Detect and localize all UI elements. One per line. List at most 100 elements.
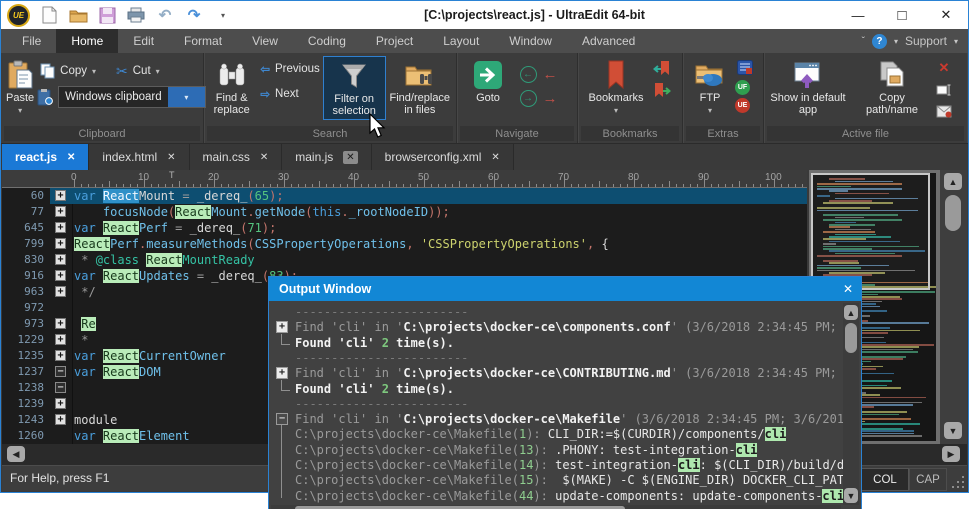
tab-close-icon[interactable]: ✕ bbox=[67, 152, 75, 163]
tab-close-icon[interactable]: ✕ bbox=[167, 152, 175, 163]
prev-position-icon[interactable]: ← bbox=[543, 66, 558, 83]
fold-toggle-icon[interactable]: − bbox=[55, 366, 66, 377]
tab-main.js[interactable]: main.js ✕ bbox=[282, 144, 372, 170]
cut-button[interactable]: ✂ Cut ▾ bbox=[113, 60, 163, 82]
fold-toggle-icon[interactable]: + bbox=[55, 334, 66, 345]
tab-main.css[interactable]: main.css ✕ bbox=[189, 144, 283, 170]
menu-item-layout[interactable]: Layout bbox=[428, 29, 494, 53]
fold-toggle-icon[interactable]: + bbox=[55, 350, 66, 361]
tab-close-icon[interactable]: ✕ bbox=[343, 150, 358, 164]
fold-toggle-icon[interactable]: + bbox=[55, 286, 66, 297]
paste-button[interactable]: Paste ▾ bbox=[3, 56, 37, 119]
output-search-result[interactable]: C:\projects\docker-ce\Makefile(44): upda… bbox=[269, 488, 845, 504]
editor-vscrollbar[interactable]: ▲ ▼ bbox=[940, 170, 967, 444]
find-previous-button[interactable]: ⇦ Previous bbox=[257, 58, 322, 80]
tab-index.html[interactable]: index.html ✕ bbox=[89, 144, 190, 170]
clipboard-selector-dropdown-icon[interactable]: ▾ bbox=[167, 87, 206, 107]
output-expand-icon[interactable]: + bbox=[276, 367, 288, 380]
fold-toggle-icon[interactable]: + bbox=[55, 222, 66, 233]
close-file-icon[interactable]: ✕ bbox=[934, 58, 954, 77]
nav-back-icon[interactable]: ← bbox=[519, 65, 537, 83]
tab-close-icon[interactable]: ✕ bbox=[491, 152, 499, 163]
show-in-default-app-button[interactable]: Show in default app bbox=[766, 56, 850, 118]
fold-toggle-icon[interactable]: + bbox=[55, 398, 66, 409]
output-search-result[interactable]: C:\projects\docker-ce\Makefile(14): test… bbox=[269, 458, 845, 473]
output-separator[interactable]: ------------------------ bbox=[269, 351, 845, 366]
output-found-summary[interactable]: Found 'cli' 2 time(s). bbox=[269, 379, 845, 397]
output-search-result[interactable]: C:\projects\docker-ce\Makefile(1): CLI_D… bbox=[269, 427, 845, 442]
editor-line-645[interactable]: 645 + var ReactPerf = _dereq_(71); bbox=[2, 220, 807, 236]
redo-icon[interactable]: ↷ bbox=[184, 5, 204, 25]
fold-toggle-icon[interactable]: + bbox=[55, 318, 66, 329]
tab-browserconfig.xml[interactable]: browserconfig.xml ✕ bbox=[371, 144, 514, 170]
output-find-header[interactable]: − Find 'cli' in 'C:\projects\docker-ce\Ma… bbox=[269, 412, 845, 427]
output-search-result[interactable]: C:\projects\docker-ce\Makefile(13): .PHO… bbox=[269, 442, 845, 458]
editor-line-77[interactable]: 77 + focusNode(ReactMount.getNode(this._r… bbox=[2, 204, 807, 220]
ftp-button[interactable]: FTP ▾ bbox=[685, 56, 735, 119]
fold-toggle-icon[interactable]: + bbox=[55, 414, 66, 425]
previous-bookmark-icon[interactable] bbox=[652, 58, 672, 77]
output-hscrollbar[interactable] bbox=[271, 505, 841, 509]
scroll-right-icon[interactable]: ▶ bbox=[942, 446, 960, 462]
vscroll-thumb[interactable] bbox=[945, 195, 961, 231]
quick-access-dropdown-icon[interactable]: ▾ bbox=[213, 5, 233, 25]
ultrafinder-icon[interactable]: UF bbox=[735, 80, 750, 95]
undo-icon[interactable]: ↶ bbox=[155, 5, 175, 25]
bookmarks-button[interactable]: Bookmarks ▾ bbox=[580, 56, 652, 119]
copy-path-name-button[interactable]: Copy path/name bbox=[850, 56, 934, 118]
ribbon-collapse-icon[interactable]: ˇ bbox=[862, 36, 865, 47]
help-dropdown-icon[interactable]: ▾ bbox=[894, 37, 898, 46]
rename-file-icon[interactable] bbox=[934, 80, 954, 99]
output-vscrollbar[interactable]: ▲ ▼ bbox=[843, 303, 859, 505]
minimize-button[interactable]: — bbox=[836, 1, 880, 29]
next-bookmark-icon[interactable] bbox=[652, 80, 672, 99]
copy-button[interactable]: Copy ▾ bbox=[37, 60, 99, 82]
resize-grip[interactable] bbox=[952, 476, 964, 488]
close-button[interactable]: ✕ bbox=[924, 1, 968, 29]
ultraedit-logo-icon[interactable]: UE bbox=[7, 3, 30, 27]
output-window-titlebar[interactable]: Output Window ✕ bbox=[269, 277, 861, 301]
editor-line-830[interactable]: 830 + * @class ReactMountReady bbox=[2, 252, 807, 268]
help-icon[interactable]: ? bbox=[871, 33, 887, 49]
menu-item-edit[interactable]: Edit bbox=[118, 29, 169, 53]
output-expand-icon[interactable]: − bbox=[276, 413, 288, 426]
output-scroll-down-icon[interactable]: ▼ bbox=[844, 488, 858, 503]
editor-line-60[interactable]: 60 + var ReactMount = _dereq_(65); bbox=[2, 188, 807, 204]
output-find-header[interactable]: + Find 'cli' in 'C:\projects\docker-ce\co… bbox=[269, 320, 845, 335]
new-file-icon[interactable] bbox=[39, 5, 59, 25]
menu-item-coding[interactable]: Coding bbox=[293, 29, 361, 53]
ultraftp-icon[interactable]: UE bbox=[735, 98, 750, 113]
output-scroll-up-icon[interactable]: ▲ bbox=[844, 305, 858, 320]
menu-item-view[interactable]: View bbox=[237, 29, 293, 53]
menu-item-advanced[interactable]: Advanced bbox=[567, 29, 650, 53]
minimap-viewport[interactable] bbox=[811, 173, 930, 290]
output-expand-icon[interactable]: + bbox=[276, 321, 288, 334]
output-search-result[interactable]: C:\projects\docker-ce\Makefile(15): $(MA… bbox=[269, 473, 845, 488]
ultracompare-icon[interactable] bbox=[735, 58, 755, 77]
open-folder-icon[interactable] bbox=[68, 5, 88, 25]
fold-toggle-icon[interactable]: + bbox=[55, 238, 66, 249]
email-file-icon[interactable] bbox=[934, 102, 954, 121]
fold-toggle-icon[interactable]: − bbox=[55, 382, 66, 393]
output-found-summary[interactable]: Found 'cli' 2 time(s). bbox=[269, 333, 845, 351]
tab-close-icon[interactable]: ✕ bbox=[260, 152, 268, 163]
scroll-left-icon[interactable]: ◀ bbox=[7, 446, 25, 462]
fold-toggle-icon[interactable]: + bbox=[55, 190, 66, 201]
nav-forward-icon[interactable]: → bbox=[519, 89, 537, 107]
caps-lock-indicator[interactable]: CAP bbox=[909, 468, 947, 491]
menu-item-home[interactable]: Home bbox=[56, 29, 119, 53]
print-icon[interactable] bbox=[126, 5, 146, 25]
find-replace-button[interactable]: Find & replace bbox=[206, 56, 257, 118]
scroll-down-icon[interactable]: ▼ bbox=[944, 422, 962, 439]
fold-toggle-icon[interactable]: + bbox=[55, 206, 66, 217]
output-separator[interactable]: ------------------------ bbox=[269, 305, 845, 320]
output-find-header[interactable]: + Find 'cli' in 'C:\projects\docker-ce\CO… bbox=[269, 366, 845, 381]
menu-item-file[interactable]: File bbox=[7, 29, 56, 53]
scroll-up-icon[interactable]: ▲ bbox=[944, 173, 962, 190]
filter-on-selection-button[interactable]: Filter on selection bbox=[322, 56, 386, 120]
fold-toggle-icon[interactable]: + bbox=[55, 270, 66, 281]
save-icon[interactable] bbox=[97, 5, 117, 25]
output-separator[interactable]: ------------------------ bbox=[269, 397, 845, 412]
find-replace-in-files-button[interactable]: Find/replace in files bbox=[386, 56, 454, 118]
menu-item-window[interactable]: Window bbox=[494, 29, 567, 53]
